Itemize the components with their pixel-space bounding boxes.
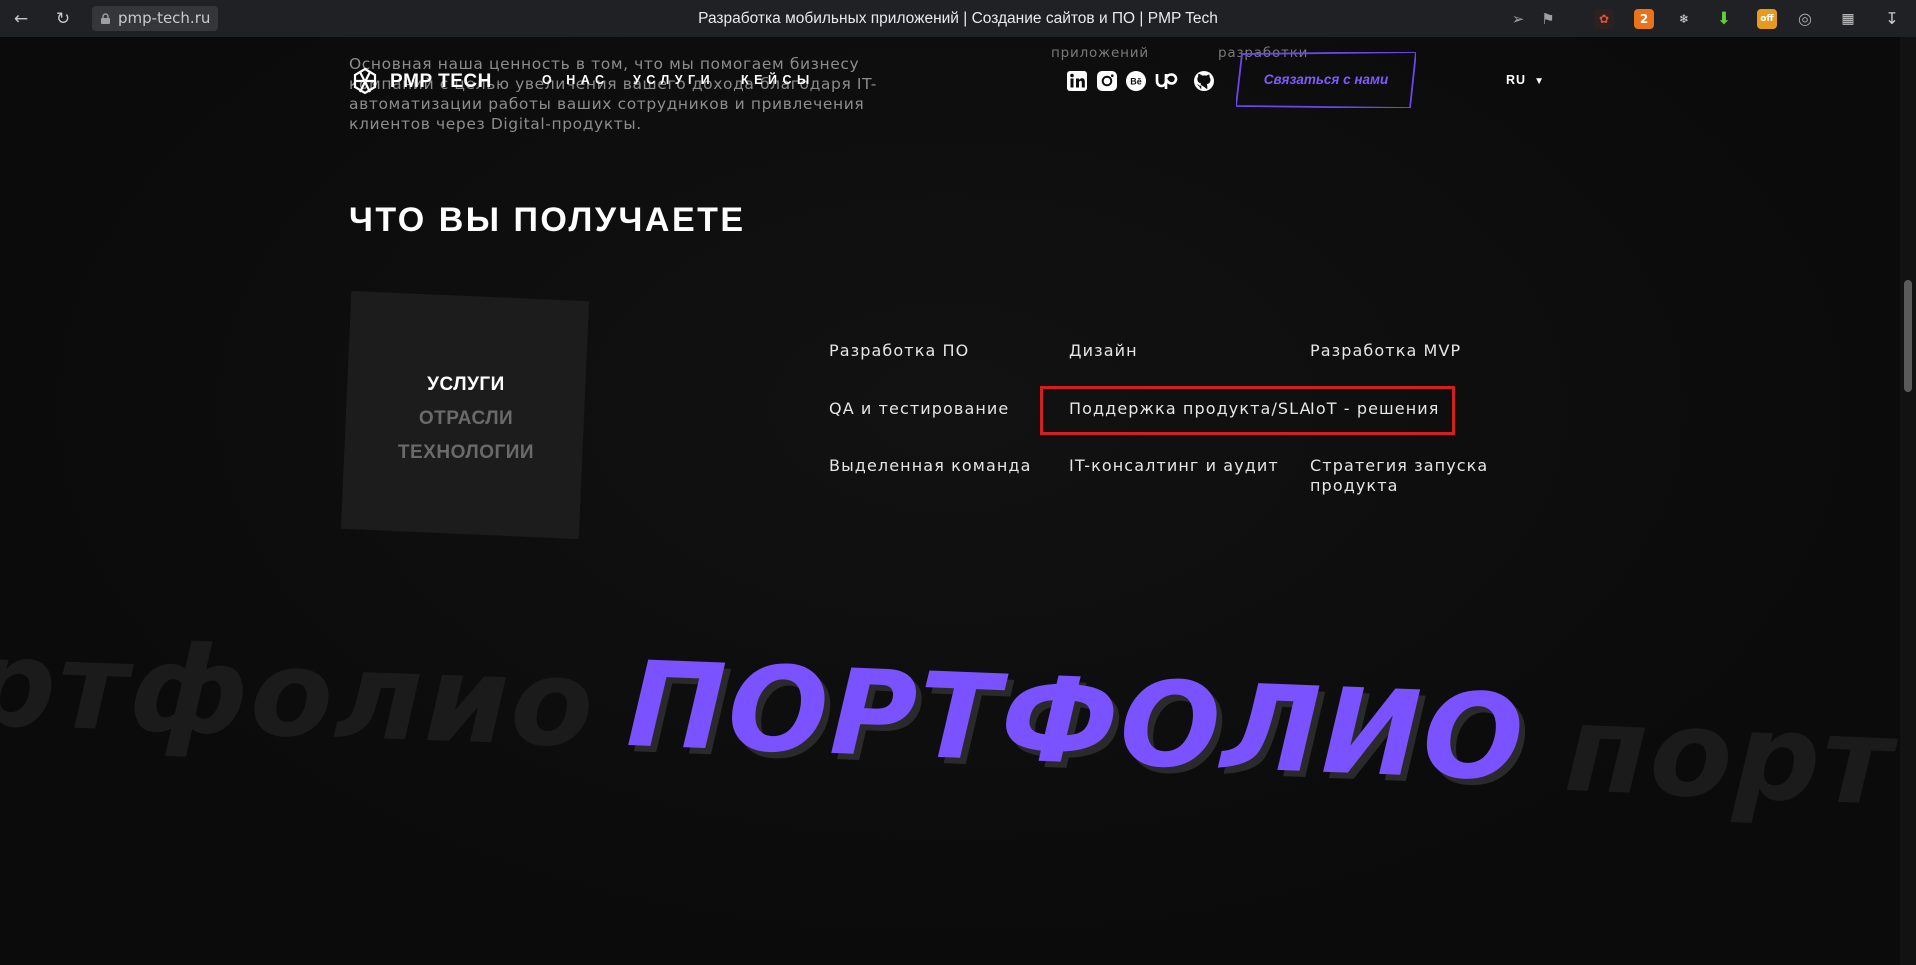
downloads-icon[interactable]: ↧ — [1882, 9, 1902, 29]
service-item[interactable]: Дизайн — [1069, 341, 1138, 361]
contact-us-button[interactable]: Связаться с нами — [1236, 52, 1416, 108]
back-arrow-icon[interactable]: ← — [10, 8, 32, 30]
paw-extension-icon[interactable]: ❄ — [1674, 9, 1694, 29]
contact-button-label: Связаться с нами — [1263, 72, 1389, 87]
logo-mark-icon — [353, 67, 377, 95]
off-extension-icon[interactable]: off — [1757, 9, 1777, 29]
logo-text: PMP TECH — [390, 71, 492, 92]
service-item[interactable]: QA и тестирование — [829, 399, 1009, 419]
address-bar[interactable]: pmp-tech.ru — [92, 6, 219, 31]
behance-icon[interactable]: Bē — [1125, 70, 1147, 92]
portfolio-marquee-left: ртфолио — [0, 614, 598, 775]
category-tabs: УСЛУГИ ОТРАСЛИ ТЕХНОЛОГИИ — [346, 368, 586, 470]
portfolio-marquee-right: порт — [1562, 679, 1897, 834]
instagram-icon[interactable] — [1096, 70, 1118, 92]
service-item[interactable]: Разработка ПО — [829, 341, 969, 361]
page-scrollbar[interactable] — [1900, 37, 1916, 965]
reload-icon[interactable]: ↻ — [52, 8, 74, 30]
service-item[interactable]: Стратегия запуска продукта — [1310, 456, 1500, 496]
cut-label-apps: приложений — [1051, 45, 1149, 61]
browser-toolbar: ← ↻ pmp-tech.ru Разработка мобильных при… — [0, 0, 1916, 37]
tab-technologies[interactable]: ТЕХНОЛОГИИ — [346, 436, 586, 470]
nav-cases[interactable]: КЕЙСЫ — [741, 73, 815, 87]
page-content: Основная наша ценность в том, что мы пом… — [0, 37, 1900, 965]
share-icon[interactable]: ➢ — [1508, 9, 1528, 29]
linkedin-icon[interactable] — [1066, 70, 1088, 92]
section-title: ЧТО ВЫ ПОЛУЧАЕТЕ — [349, 201, 746, 239]
service-item[interactable]: IT-консалтинг и аудит — [1069, 456, 1279, 476]
lock-icon — [101, 13, 110, 24]
nav-services[interactable]: УСЛУГИ — [633, 73, 715, 87]
tab-services[interactable]: УСЛУГИ — [346, 368, 586, 402]
download-arrow-icon[interactable]: ⬇ — [1714, 9, 1734, 29]
globe-icon[interactable]: ◎ — [1795, 9, 1815, 29]
tab-title: Разработка мобильных приложений | Создан… — [698, 10, 1218, 27]
url-text: pmp-tech.ru — [118, 9, 211, 27]
site-logo[interactable]: PMP TECH — [349, 66, 492, 98]
chevron-down-icon: ▼ — [1534, 76, 1545, 87]
extensions-puzzle-icon[interactable]: ▦ — [1838, 9, 1858, 29]
language-selector[interactable]: RU ▼ — [1506, 73, 1545, 87]
service-item[interactable]: Выделенная команда — [829, 456, 1031, 476]
service-item[interactable]: Разработка MVP — [1310, 341, 1461, 361]
nav-about[interactable]: О НАС — [542, 73, 609, 87]
highlight-box — [1040, 386, 1455, 435]
svg-text:Bē: Bē — [1130, 77, 1142, 87]
github-icon[interactable] — [1193, 70, 1215, 92]
bookmark-icon[interactable]: ⚑ — [1538, 9, 1558, 29]
tab-industries[interactable]: ОТРАСЛИ — [346, 402, 586, 436]
upwork-icon[interactable] — [1155, 70, 1181, 92]
bug-extension-icon[interactable]: ✿ — [1594, 9, 1614, 29]
brave-shield-icon[interactable]: 2 — [1634, 9, 1654, 29]
language-label: RU — [1506, 73, 1527, 87]
portfolio-title[interactable]: ПОРТФОЛИО — [625, 635, 1528, 807]
scrollbar-thumb[interactable] — [1904, 280, 1912, 392]
